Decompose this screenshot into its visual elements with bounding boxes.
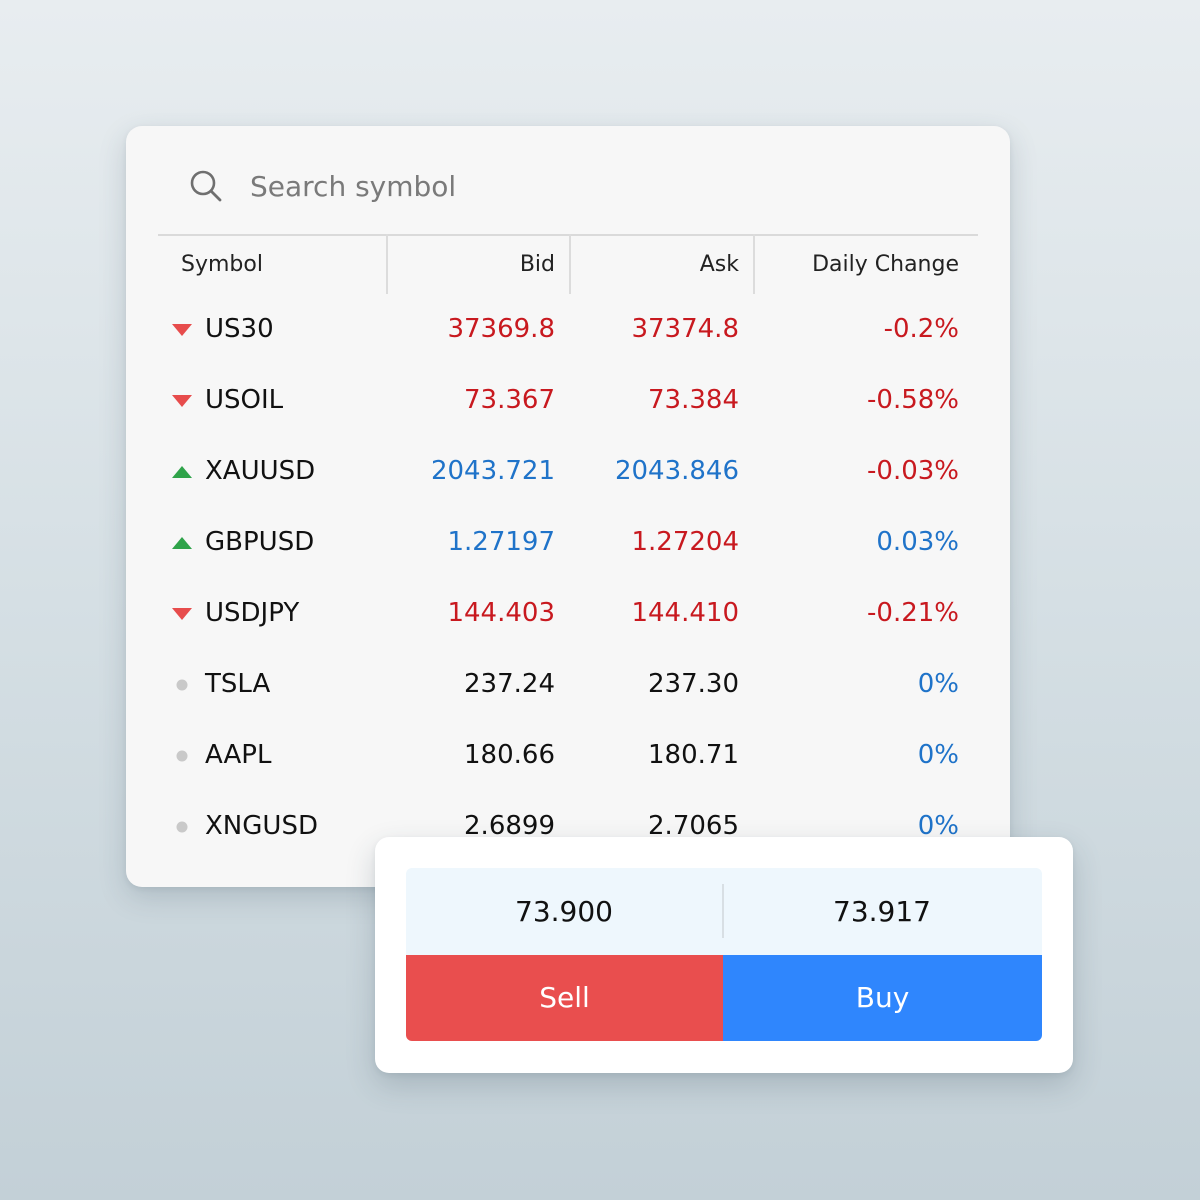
symbol-name: XAUUSD xyxy=(205,456,316,486)
column-header-daily-change[interactable]: Daily Change xyxy=(812,236,959,294)
table-row[interactable]: USDJPY 144.403 144.410 -0.21% xyxy=(126,578,1010,649)
table-row[interactable]: AAPL 180.66 180.71 0% xyxy=(126,720,1010,791)
dot-icon xyxy=(172,748,192,762)
dot-icon xyxy=(172,819,192,833)
ask-price: 144.410 xyxy=(631,598,739,628)
triangle-up-icon xyxy=(172,535,192,549)
triangle-up-icon xyxy=(172,464,192,478)
bid-price: 180.66 xyxy=(464,740,555,770)
symbol-name: AAPL xyxy=(205,740,272,770)
bid-price: 37369.8 xyxy=(447,314,555,344)
dot-icon xyxy=(172,677,192,691)
daily-change: 0.03% xyxy=(876,527,959,557)
ask-price: 2043.846 xyxy=(614,456,739,486)
bid-price: 144.403 xyxy=(447,598,555,628)
table-row[interactable]: XAUUSD 2043.721 2043.846 -0.03% xyxy=(126,436,1010,507)
search-bar xyxy=(158,156,978,236)
ask-price: 237.30 xyxy=(648,669,739,699)
quote-strip: 73.900 73.917 xyxy=(406,868,1042,955)
daily-change: -0.03% xyxy=(867,456,959,486)
table-row[interactable]: TSLA 237.24 237.30 0% xyxy=(126,649,1010,720)
triangle-down-icon xyxy=(172,322,192,336)
buy-button[interactable]: Buy xyxy=(723,955,1042,1041)
table-row[interactable]: GBPUSD 1.27197 1.27204 0.03% xyxy=(126,507,1010,578)
sell-price: 73.900 xyxy=(515,895,613,928)
daily-change: 0% xyxy=(917,669,959,699)
column-divider[interactable] xyxy=(569,234,571,294)
triangle-down-icon xyxy=(172,606,192,620)
column-header-bid[interactable]: Bid xyxy=(520,236,555,294)
ask-price: 37374.8 xyxy=(631,314,739,344)
symbol-name: US30 xyxy=(205,314,274,344)
column-header-symbol[interactable]: Symbol xyxy=(181,236,263,294)
ask-price: 180.71 xyxy=(648,740,739,770)
daily-change: -0.58% xyxy=(867,385,959,415)
symbol-name: USOIL xyxy=(205,385,284,415)
bid-price: 2043.721 xyxy=(430,456,555,486)
sell-button[interactable]: Sell xyxy=(406,955,723,1041)
ask-price: 73.384 xyxy=(648,385,739,415)
ask-price: 1.27204 xyxy=(631,527,739,557)
column-divider[interactable] xyxy=(753,234,755,294)
trade-ticket: 73.900 73.917 Sell Buy xyxy=(375,837,1073,1073)
symbol-name: GBPUSD xyxy=(205,527,315,557)
table-row[interactable]: US30 37369.8 37374.8 -0.2% xyxy=(126,294,1010,365)
search-icon[interactable] xyxy=(188,168,224,204)
column-divider[interactable] xyxy=(386,234,388,294)
buy-price: 73.917 xyxy=(833,895,931,928)
daily-change: -0.21% xyxy=(867,598,959,628)
symbol-name: USDJPY xyxy=(205,598,300,628)
symbol-name: TSLA xyxy=(205,669,271,699)
table-row[interactable]: USOIL 73.367 73.384 -0.58% xyxy=(126,365,1010,436)
column-header-ask[interactable]: Ask xyxy=(700,236,739,294)
bid-price: 73.367 xyxy=(464,385,555,415)
daily-change: -0.2% xyxy=(883,314,959,344)
bid-price: 1.27197 xyxy=(447,527,555,557)
search-input[interactable] xyxy=(250,164,850,208)
bid-price: 237.24 xyxy=(464,669,555,699)
triangle-down-icon xyxy=(172,393,192,407)
symbol-name: XNGUSD xyxy=(205,811,318,841)
daily-change: 0% xyxy=(917,740,959,770)
market-watch-panel: Symbol Bid Ask Daily Change US30 37369.8 3… xyxy=(126,126,1010,887)
